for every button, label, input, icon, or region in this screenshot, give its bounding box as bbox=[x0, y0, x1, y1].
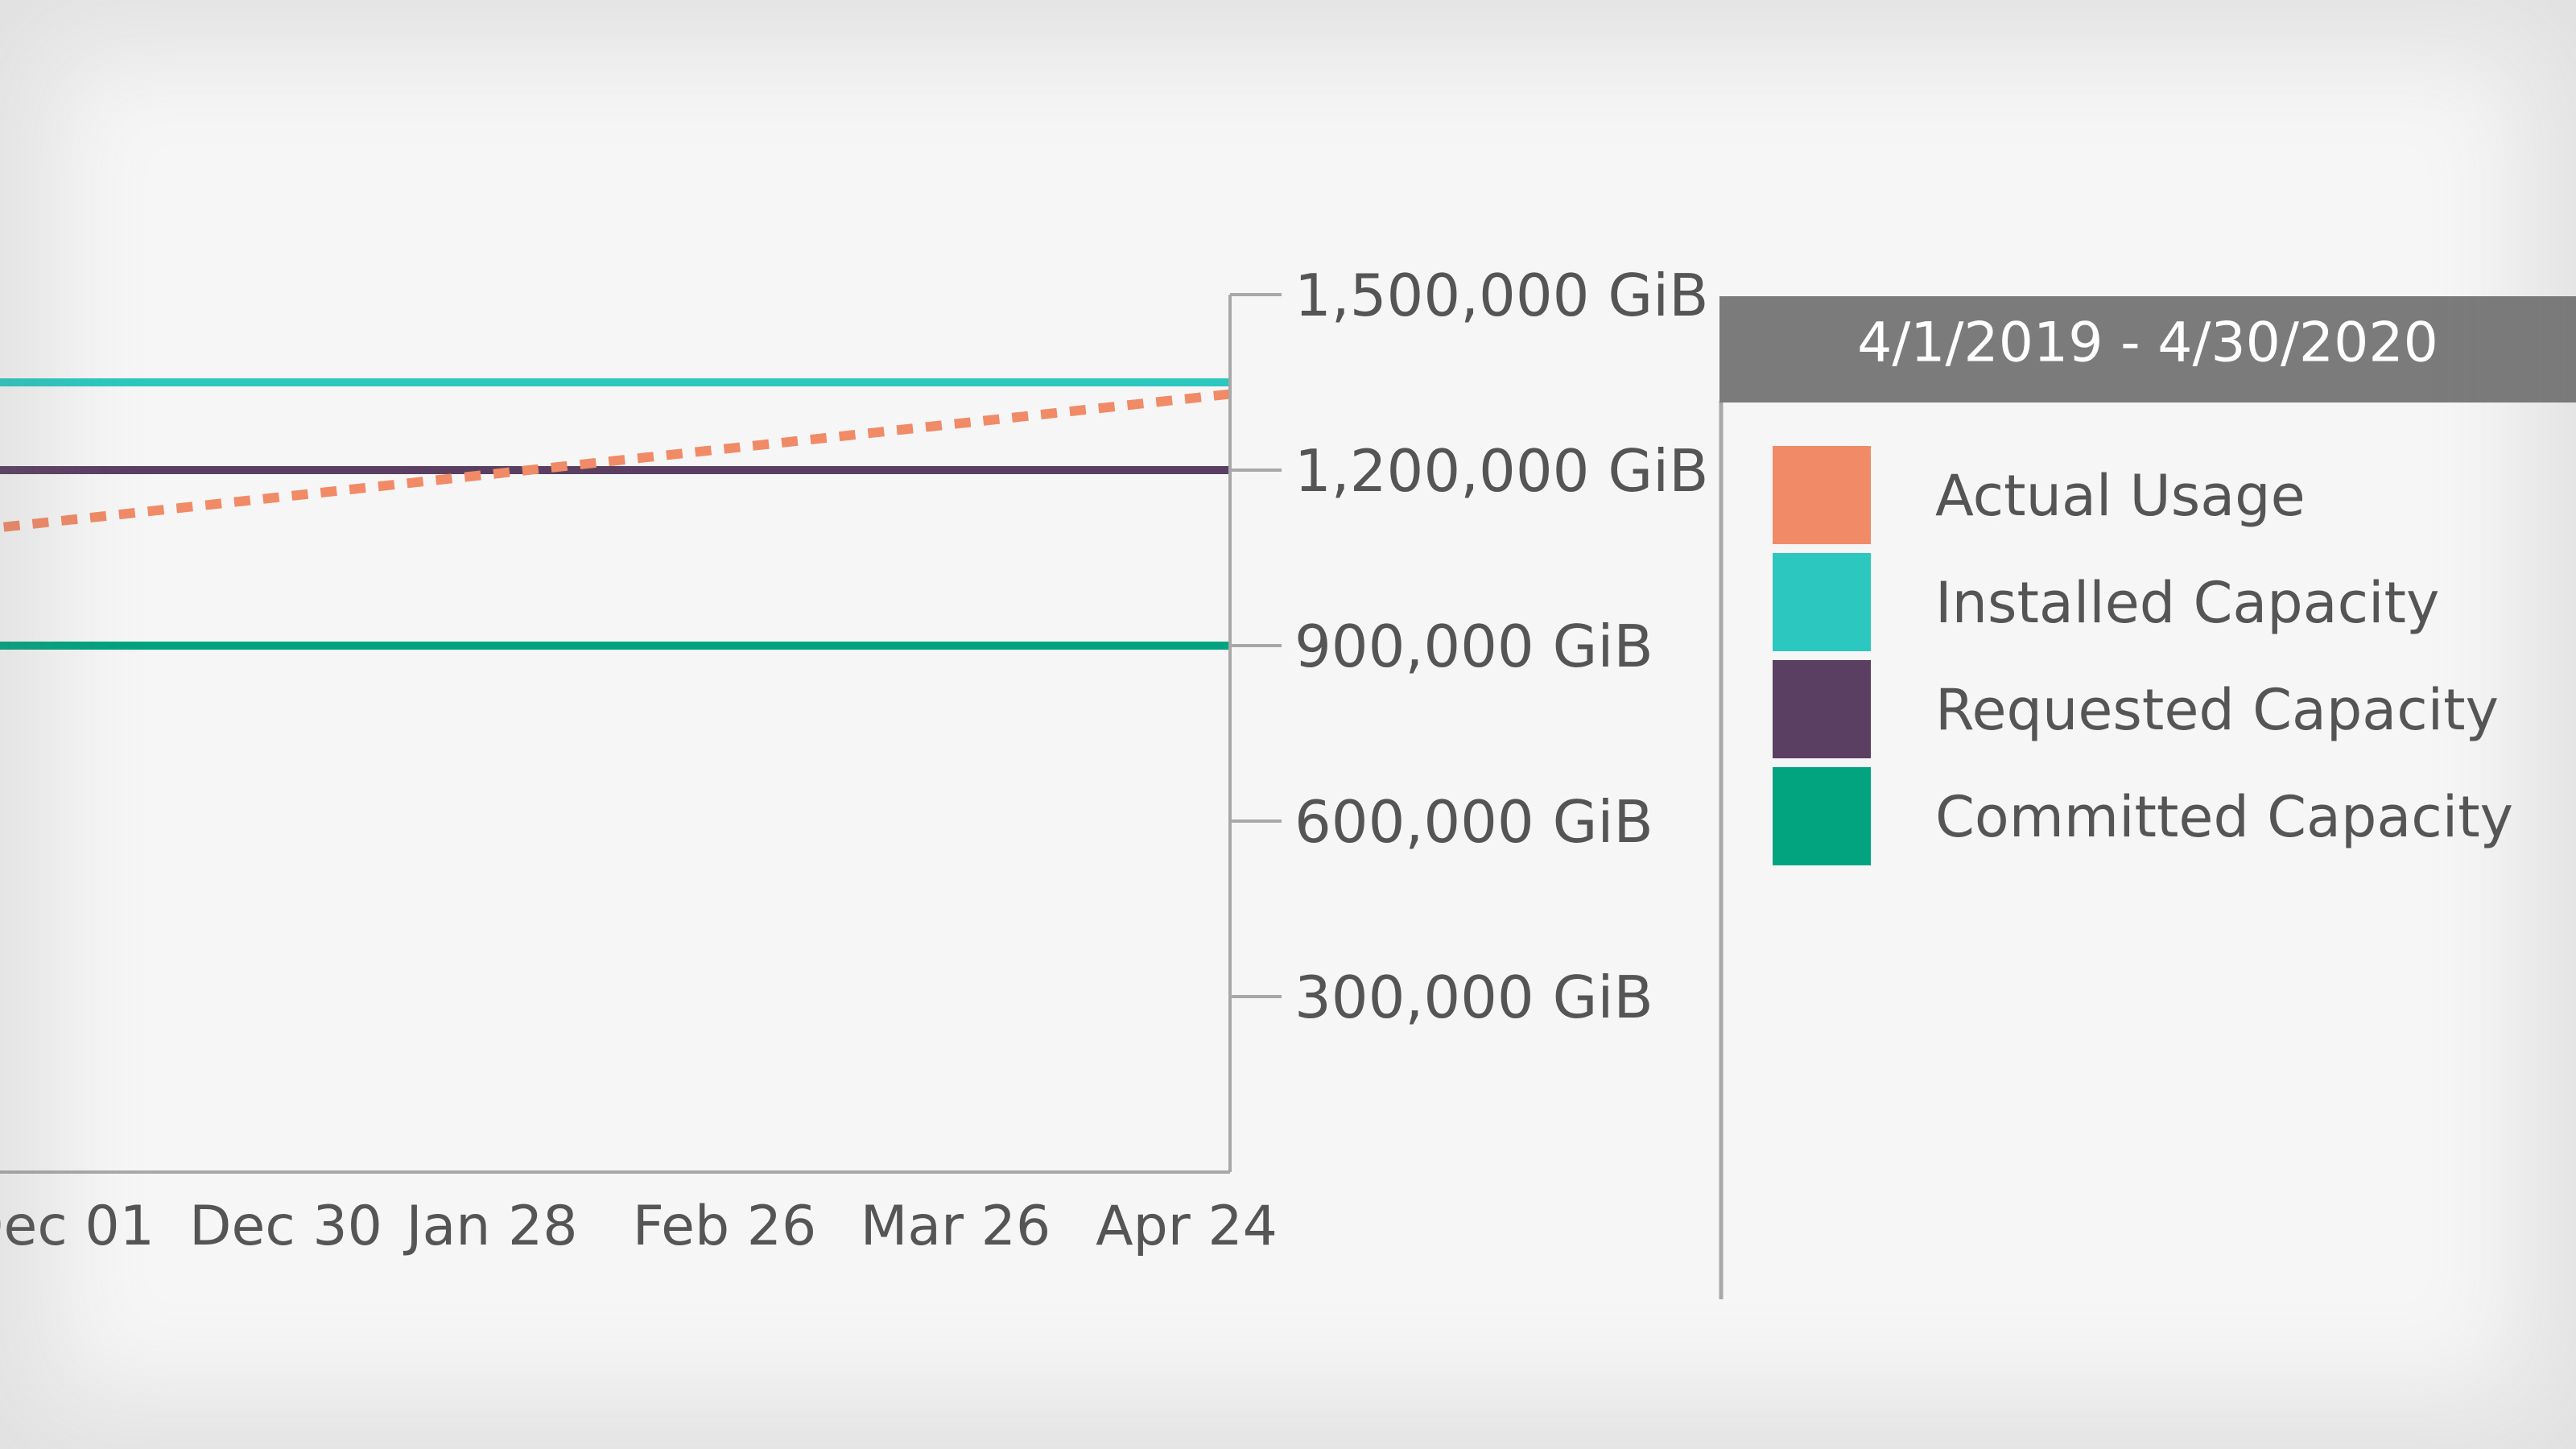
x-tick-label: Mar 26 bbox=[861, 1195, 1051, 1258]
plot-lines bbox=[0, 378, 1231, 650]
y-tick-label: 1,500,000 GiB bbox=[1294, 262, 1709, 329]
y-tick-label: 600,000 GiB bbox=[1294, 788, 1653, 856]
chart-screenshot: 1,500,000 GiB 1,200,000 GiB 900,000 GiB 600… bbox=[0, 0, 2576, 1449]
legend: 4/1/2019 - 4/30/2020 Actual Usage Installe… bbox=[1719, 296, 2576, 1299]
installed-capacity-swatch bbox=[1773, 553, 1871, 651]
actual-usage-label: Actual Usage bbox=[1935, 463, 2306, 529]
capacity-chart: 1,500,000 GiB 1,200,000 GiB 900,000 GiB 600… bbox=[0, 262, 2576, 1299]
y-tick-label: 1,200,000 GiB bbox=[1294, 437, 1709, 505]
committed-capacity-swatch bbox=[1773, 767, 1871, 865]
committed-capacity-label: Committed Capacity bbox=[1935, 784, 2513, 850]
x-tick-label: Dec 01 bbox=[0, 1195, 155, 1258]
installed-capacity-label: Installed Capacity bbox=[1935, 570, 2439, 636]
axes: 1,500,000 GiB 1,200,000 GiB 900,000 GiB 600… bbox=[0, 262, 1709, 1258]
y-tick-label: 900,000 GiB bbox=[1294, 613, 1653, 680]
requested-capacity-swatch bbox=[1773, 660, 1871, 758]
legend-title: 4/1/2019 - 4/30/2020 bbox=[1857, 312, 2438, 375]
x-tick-label: Dec 30 bbox=[189, 1195, 382, 1258]
requested-capacity-label: Requested Capacity bbox=[1935, 677, 2499, 743]
x-tick-label: Apr 24 bbox=[1096, 1195, 1278, 1258]
y-tick-label: 300,000 GiB bbox=[1294, 964, 1653, 1031]
x-tick-label: Feb 26 bbox=[633, 1195, 817, 1258]
actual-usage-swatch bbox=[1773, 446, 1871, 544]
x-tick-label: Jan 28 bbox=[403, 1195, 578, 1258]
